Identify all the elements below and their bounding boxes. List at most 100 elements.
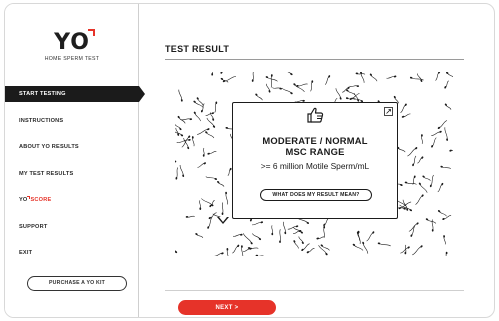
- sperm-head: [401, 115, 405, 118]
- yo-score-prefix: YO: [19, 196, 31, 203]
- sperm-head: [182, 174, 185, 177]
- sperm-squiggle: [232, 245, 239, 254]
- sperm-squiggle: [405, 182, 417, 185]
- sperm-head: [407, 246, 410, 249]
- sperm-squiggle: [252, 233, 261, 240]
- sperm-squiggle: [270, 75, 273, 88]
- sperm-head: [207, 152, 210, 155]
- sperm-head: [196, 97, 199, 100]
- sidebar: YO HOME SPERM TEST START TESTING INSTRUC…: [5, 4, 145, 317]
- sperm-head: [369, 73, 373, 76]
- sperm-head: [221, 212, 224, 215]
- sperm-head: [211, 112, 215, 115]
- sperm-squiggle: [350, 93, 360, 100]
- sperm-squiggle: [415, 195, 423, 205]
- sidebar-item-label: ABOUT YO RESULTS: [19, 144, 79, 150]
- sperm-head: [415, 147, 418, 150]
- sperm-squiggle: [438, 120, 448, 129]
- sperm-squiggle: [225, 192, 228, 205]
- sperm-head: [175, 160, 177, 163]
- sperm-head: [226, 248, 229, 251]
- sidebar-item-my-test-results[interactable]: MY TEST RESULTS: [5, 166, 139, 182]
- sperm-head: [416, 222, 419, 225]
- sperm-squiggle: [205, 176, 216, 180]
- sperm-squiggle: [386, 76, 396, 79]
- sperm-squiggle: [378, 243, 391, 247]
- sperm-squiggle: [431, 131, 441, 136]
- purchase-kit-button[interactable]: PURCHASE A YO KIT: [27, 276, 127, 291]
- sperm-squiggle: [431, 137, 437, 147]
- result-description: >= 6 million Motile Sperm/mL: [260, 161, 370, 171]
- sperm-head: [301, 241, 304, 244]
- sperm-squiggle: [241, 246, 244, 256]
- sperm-head: [306, 251, 310, 254]
- sidebar-item-instructions[interactable]: INSTRUCTIONS: [5, 113, 139, 129]
- sperm-head: [180, 99, 183, 102]
- sidebar-item-exit[interactable]: EXIT: [5, 245, 139, 261]
- sperm-head: [177, 115, 180, 119]
- sperm-head: [203, 162, 207, 165]
- sperm-squiggle: [221, 202, 224, 214]
- sperm-squiggle: [223, 76, 236, 82]
- sperm-squiggle: [419, 183, 428, 193]
- sperm-squiggle: [310, 81, 313, 92]
- sidebar-item-label: INSTRUCTIONS: [19, 117, 64, 124]
- next-button[interactable]: NEXT >: [178, 300, 276, 315]
- sperm-squiggle: [183, 137, 189, 148]
- sperm-squiggle: [412, 246, 422, 256]
- sperm-head: [212, 125, 216, 128]
- sperm-head: [185, 215, 189, 218]
- sperm-head: [437, 126, 441, 129]
- sidebar-item-yo-score[interactable]: YO SCORE: [5, 192, 139, 208]
- sperm-head: [356, 85, 360, 88]
- sperm-squiggle: [178, 116, 186, 124]
- sperm-squiggle: [243, 233, 252, 244]
- sperm-head: [207, 128, 210, 131]
- sperm-head: [439, 130, 442, 133]
- sperm-head: [443, 235, 446, 238]
- sperm-head: [211, 73, 214, 76]
- sperm-head: [255, 93, 258, 96]
- sperm-squiggle: [279, 229, 281, 242]
- sperm-head: [199, 207, 202, 210]
- sperm-head: [301, 248, 304, 251]
- sperm-head: [212, 118, 215, 121]
- expand-icon[interactable]: [384, 107, 393, 116]
- sperm-squiggle: [431, 219, 434, 231]
- sperm-squiggle: [194, 112, 201, 122]
- sidebar-item-about-results[interactable]: ABOUT YO RESULTS: [5, 139, 139, 155]
- sperm-squiggle: [324, 76, 330, 85]
- main-content: TEST RESULT MODERATE / NORMAL MSC RANGE …: [139, 4, 494, 317]
- sperm-head: [316, 237, 319, 240]
- sidebar-item-label: START TESTING: [19, 91, 66, 97]
- sperm-squiggle: [353, 244, 364, 251]
- sperm-head: [446, 138, 449, 141]
- result-meaning-button[interactable]: WHAT DOES MY RESULT MEAN?: [260, 189, 372, 201]
- sperm-squiggle: [441, 166, 451, 169]
- sperm-head: [188, 138, 191, 141]
- sperm-squiggle: [287, 225, 298, 230]
- sperm-head: [431, 229, 434, 232]
- sperm-squiggle: [407, 147, 417, 157]
- sperm-head: [284, 231, 287, 235]
- sperm-squiggle: [176, 139, 190, 143]
- sperm-squiggle: [287, 72, 292, 75]
- sperm-squiggle: [302, 243, 310, 251]
- sperm-squiggle: [400, 247, 409, 254]
- sperm-head: [255, 254, 259, 256]
- sperm-squiggle: [178, 89, 183, 101]
- sperm-squiggle: [214, 102, 217, 113]
- sperm-squiggle: [335, 88, 341, 99]
- sperm-head: [347, 86, 350, 89]
- sidebar-item-start-testing[interactable]: START TESTING: [5, 86, 145, 102]
- sperm-head: [260, 221, 264, 224]
- sperm-head: [193, 111, 196, 114]
- sperm-head: [271, 232, 274, 236]
- sidebar-item-support[interactable]: SUPPORT: [5, 219, 139, 235]
- sperm-squiggle: [444, 127, 448, 140]
- sperm-squiggle: [411, 224, 416, 236]
- sperm-squiggle: [181, 136, 190, 148]
- sperm-head: [189, 118, 193, 121]
- logo-tagline: HOME SPERM TEST: [44, 56, 100, 62]
- sperm-squiggle: [252, 72, 254, 81]
